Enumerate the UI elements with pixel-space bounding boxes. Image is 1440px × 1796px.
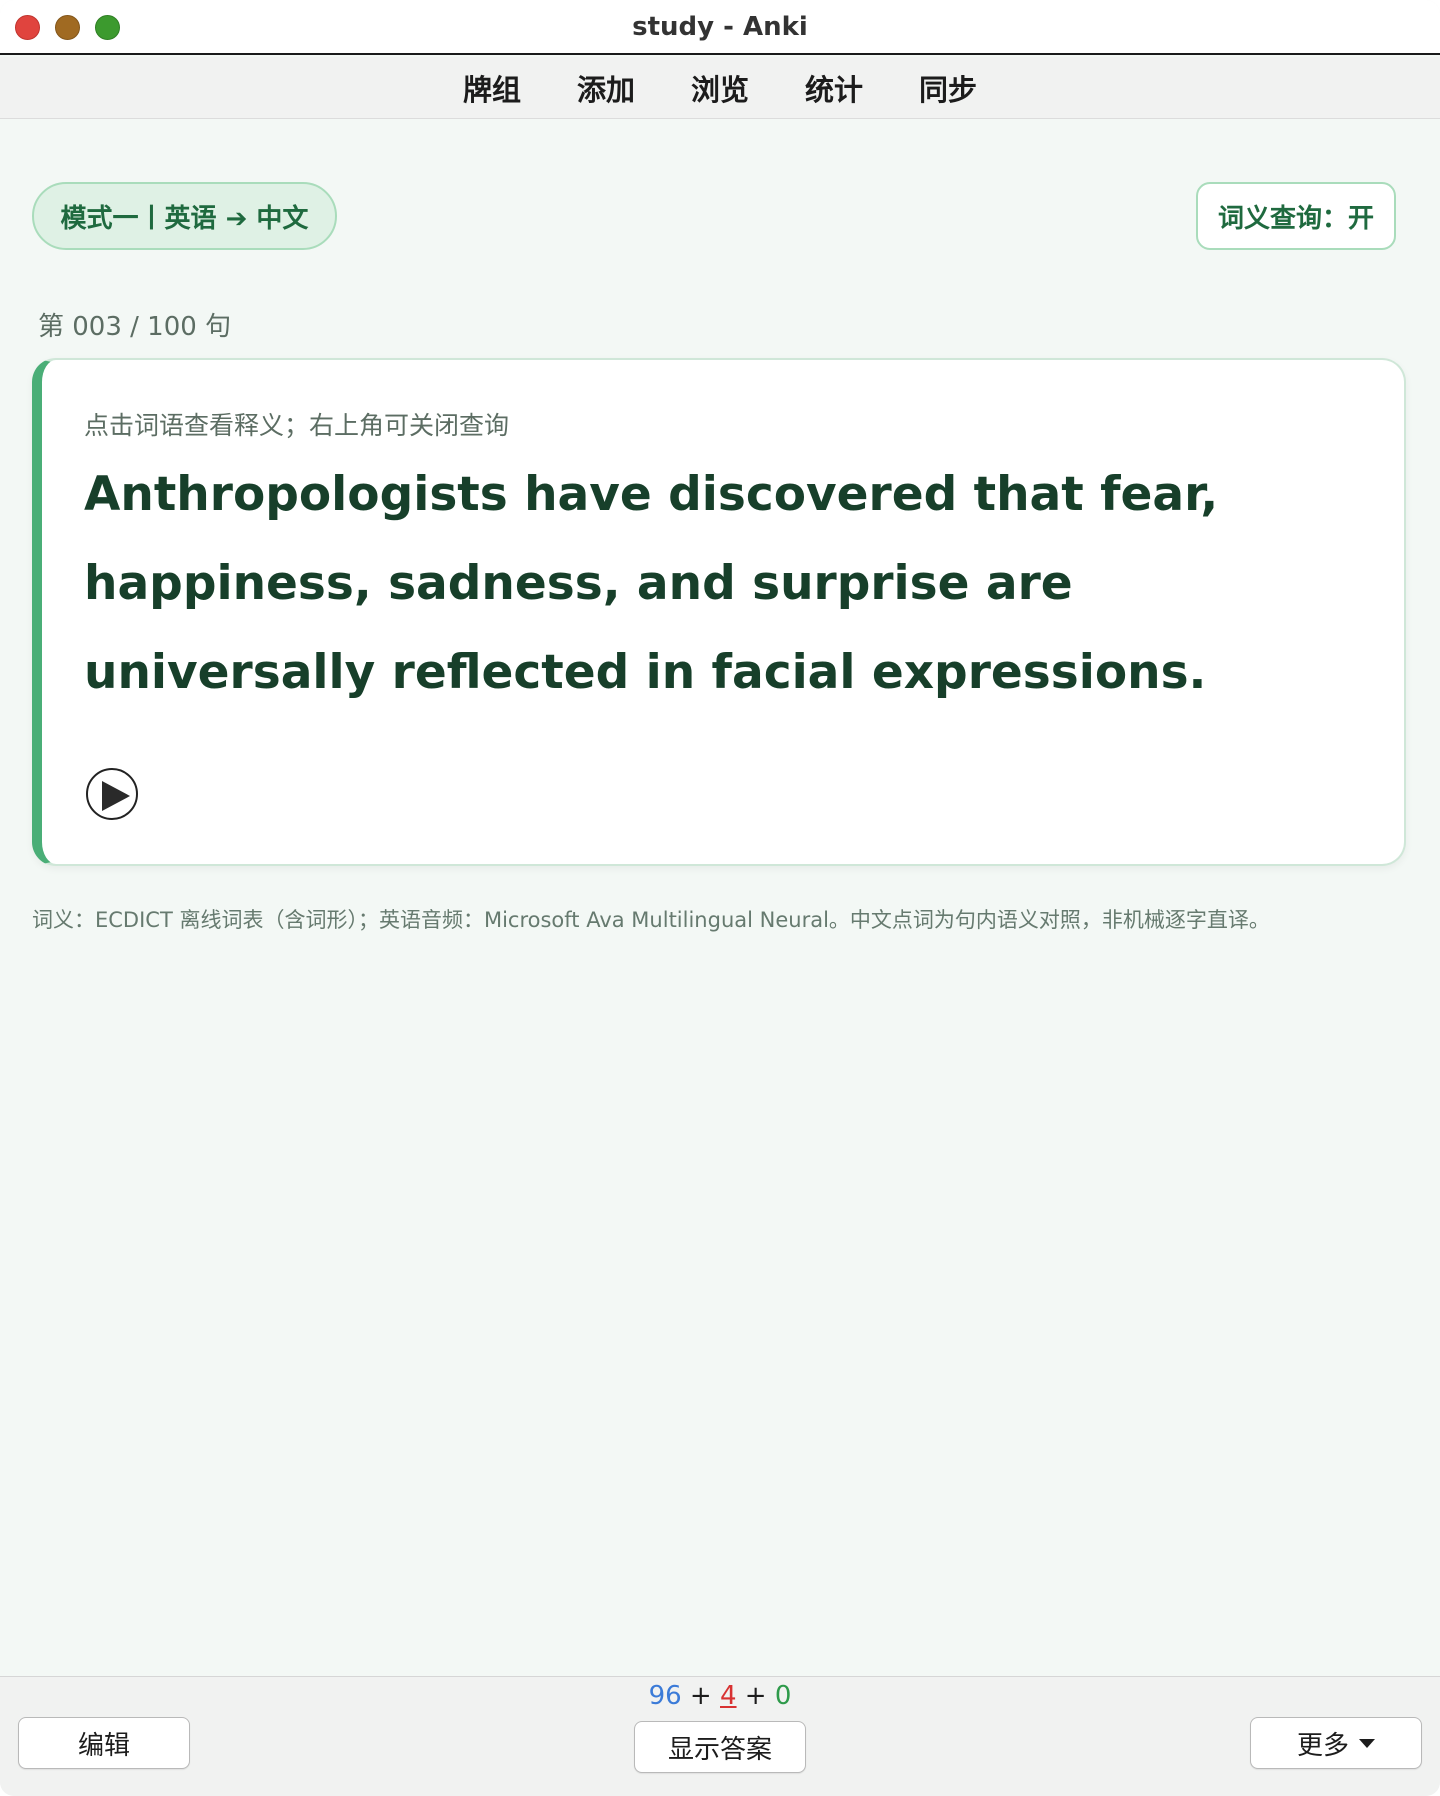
edit-button[interactable]: 编辑: [18, 1717, 190, 1769]
window-title: study - Anki: [632, 12, 808, 42]
count-separator: +: [681, 1681, 720, 1711]
show-answer-button[interactable]: 显示答案: [634, 1721, 806, 1773]
toolbar-sync[interactable]: 同步: [919, 67, 977, 109]
due-counts: 96 + 4 + 0: [0, 1681, 1440, 1711]
card-hint: 点击词语查看释义；右上角可关闭查询: [84, 411, 510, 440]
review-card: 点击词语查看释义；右上角可关闭查询 Anthropologists have d…: [32, 358, 1406, 866]
bottom-bar: 96 + 4 + 0 编辑 显示答案 更多: [0, 1676, 1440, 1796]
lookup-toggle-button[interactable]: 词义查询：开: [1196, 182, 1396, 250]
toolbar-add[interactable]: 添加: [577, 67, 635, 109]
toolbar-stats[interactable]: 统计: [805, 67, 863, 109]
title-bar: study - Anki: [0, 0, 1440, 55]
card-sentence[interactable]: Anthropologists have discovered that fea…: [84, 450, 1374, 717]
count-new: 96: [648, 1681, 682, 1711]
count-separator: +: [736, 1681, 775, 1711]
play-audio-button[interactable]: [86, 768, 138, 820]
source-footnote: 词义：ECDICT 离线词表（含词形）；英语音频：Microsoft Ava M…: [32, 908, 1270, 932]
caret-down-icon: [1359, 1738, 1375, 1748]
more-button[interactable]: 更多: [1250, 1717, 1422, 1769]
count-review: 0: [774, 1681, 792, 1711]
count-learn: 4: [720, 1681, 737, 1711]
mode-pill: 模式一丨英语 ➔ 中文: [32, 182, 337, 250]
anki-window: study - Anki 牌组 添加 浏览 统计 同步 模式一丨英语 ➔ 中文 …: [0, 0, 1440, 1796]
main-toolbar: 牌组 添加 浏览 统计 同步: [0, 57, 1440, 119]
toolbar-browse[interactable]: 浏览: [691, 67, 749, 109]
more-button-label: 更多: [1296, 1730, 1349, 1761]
sentence-counter: 第 003 / 100 句: [38, 312, 232, 342]
play-icon: [102, 781, 130, 811]
toolbar-decks[interactable]: 牌组: [463, 67, 521, 109]
